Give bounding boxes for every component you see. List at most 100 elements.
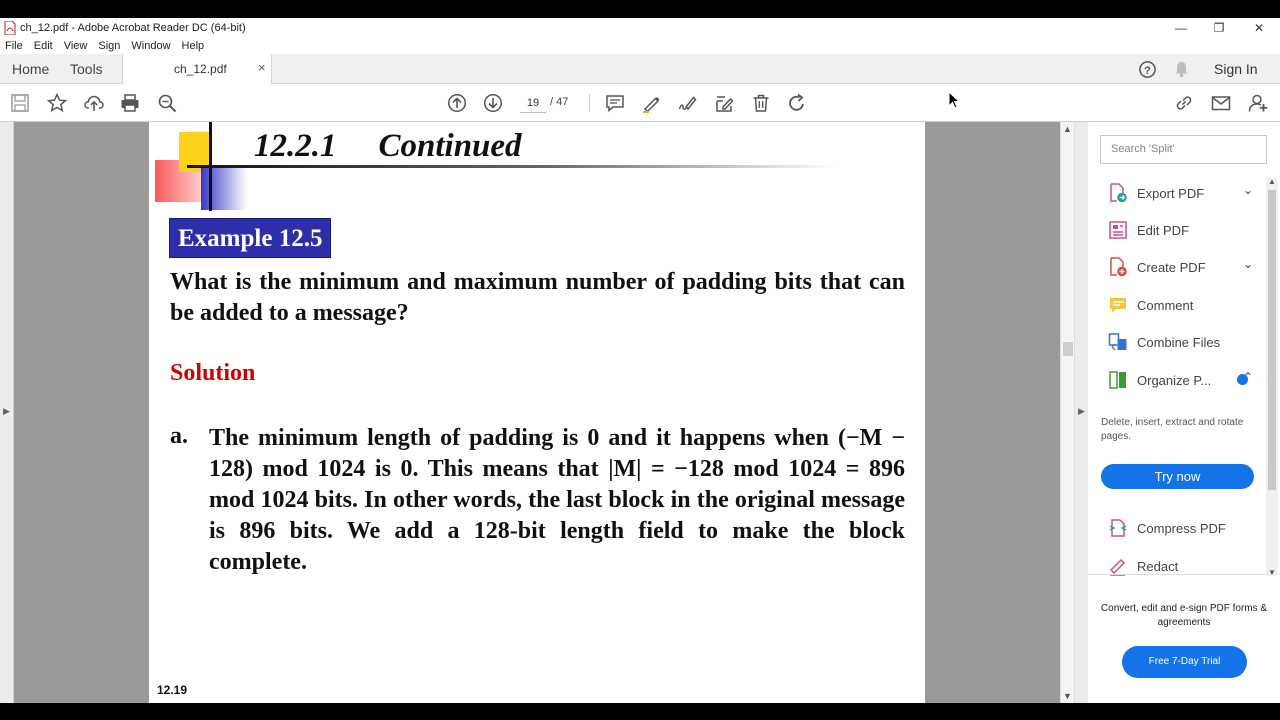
tool-export-pdf[interactable]: Export PDF ⌄ [1108, 180, 1258, 206]
tool-organize-pages[interactable]: Organize P... ⌃ [1108, 367, 1258, 393]
menu-bar: File Edit View Sign Window Help [0, 38, 1280, 54]
section-number: 12.2.1 [254, 128, 337, 164]
comment-icon[interactable] [605, 93, 625, 113]
tool-comment[interactable]: Comment [1108, 292, 1258, 318]
tool-label: Comment [1137, 297, 1194, 313]
chevron-down-icon[interactable]: ⌄ [1243, 183, 1253, 197]
menu-sign[interactable]: Sign [98, 40, 120, 52]
restore-button[interactable]: ❐ [1199, 18, 1239, 38]
main-toolbar: 19 / 47 [0, 84, 1280, 122]
decor-blue-block [201, 166, 247, 210]
print-icon[interactable] [120, 93, 140, 113]
acrobat-pdf-icon [4, 21, 16, 35]
sign-icon[interactable] [678, 93, 698, 113]
tool-edit-pdf[interactable]: Edit PDF [1108, 217, 1258, 243]
help-icon[interactable]: ? [1138, 54, 1157, 84]
tool-label: Create PDF [1137, 259, 1206, 275]
sign-in-link[interactable]: Sign In [1214, 61, 1258, 77]
tab-home[interactable]: Home [12, 54, 49, 84]
tool-label: Redact [1137, 558, 1179, 574]
share-link-icon[interactable] [1174, 93, 1194, 113]
compress-pdf-icon [1108, 518, 1128, 538]
decor-horizontal-line [187, 165, 837, 168]
collapse-right-icon[interactable]: ▶ [1078, 406, 1085, 417]
upload-icon[interactable] [84, 93, 104, 113]
letterbox-bottom [0, 703, 1280, 720]
free-trial-button[interactable]: Free 7-Day Trial [1122, 646, 1247, 678]
fill-sign-icon[interactable] [714, 93, 734, 113]
scroll-up-icon[interactable]: ▲ [1063, 124, 1072, 134]
redact-icon [1108, 556, 1128, 576]
scrollbar-thumb[interactable] [1268, 190, 1276, 490]
scroll-down-icon[interactable]: ▼ [1268, 568, 1276, 577]
add-user-icon[interactable] [1248, 93, 1268, 113]
page-total-label: / 47 [550, 96, 569, 108]
tools-pane-scrollbar[interactable]: ▲ ▼ [1266, 177, 1278, 577]
combine-files-icon [1108, 332, 1128, 352]
tools-pane: Search 'Split' Export PDF ⌄ Edit PDF Cre… [1088, 122, 1280, 703]
export-pdf-icon [1108, 183, 1128, 203]
tab-bar: Home Tools ch_12.pdf × ? Sign In [0, 54, 1280, 85]
chevron-up-icon[interactable]: ⌃ [1243, 370, 1253, 384]
page-down-icon[interactable] [483, 93, 503, 113]
zoom-search-icon[interactable] [157, 93, 177, 113]
tool-label: Organize P... [1137, 372, 1212, 388]
menu-edit[interactable]: Edit [34, 40, 53, 52]
tool-create-pdf[interactable]: Create PDF ⌄ [1108, 254, 1258, 280]
create-pdf-icon [1108, 257, 1128, 277]
tool-label: Edit PDF [1137, 222, 1190, 238]
tab-close-icon[interactable]: × [258, 60, 266, 75]
tab-tools[interactable]: Tools [70, 54, 103, 84]
page-footer-number: 12.19 [157, 683, 188, 697]
tab-document-label: ch_12.pdf [174, 62, 227, 76]
highlight-pen-icon[interactable] [641, 93, 661, 113]
scrollbar-thumb[interactable] [1063, 342, 1073, 356]
promo-text: Convert, edit and e-sign PDF forms & agr… [1100, 603, 1268, 628]
tool-compress-pdf[interactable]: Compress PDF [1108, 515, 1258, 541]
menu-file[interactable]: File [5, 40, 23, 52]
mouse-cursor-icon [948, 91, 960, 109]
example-badge: Example 12.5 [169, 218, 332, 258]
tool-combine-files[interactable]: Combine Files [1108, 329, 1258, 355]
window-title: ch_12.pdf - Adobe Acrobat Reader DC (64-… [20, 22, 246, 34]
bookmark-star-icon[interactable] [46, 92, 68, 113]
toolbar-separator [589, 94, 590, 112]
left-pane-toggle[interactable]: ▶ [0, 122, 14, 703]
tool-redact[interactable]: Redact [1108, 553, 1258, 579]
answer-letter: a. [170, 423, 188, 449]
save-icon[interactable] [10, 93, 30, 113]
tool-label: Export PDF [1137, 185, 1205, 201]
menu-window[interactable]: Window [131, 40, 170, 52]
page-up-icon[interactable] [447, 93, 467, 113]
menu-help[interactable]: Help [182, 40, 205, 52]
scroll-down-icon[interactable]: ▼ [1063, 691, 1072, 701]
section-title: Continued [378, 128, 522, 164]
document-scrollbar[interactable]: ▲ ▼ [1060, 122, 1074, 703]
window-titlebar: ch_12.pdf - Adobe Acrobat Reader DC (64-… [0, 18, 1280, 38]
edit-pdf-icon [1108, 220, 1128, 240]
right-pane-toggle[interactable]: ▶ [1074, 122, 1088, 703]
organize-description: Delete, insert, extract and rotate pages… [1101, 417, 1244, 442]
expand-left-icon[interactable]: ▶ [3, 406, 10, 417]
comment-tool-icon [1108, 295, 1128, 315]
tool-label: Combine Files [1137, 334, 1221, 350]
tool-label: Compress PDF [1137, 520, 1226, 536]
delete-icon[interactable] [751, 93, 771, 113]
letterbox-top [0, 0, 1280, 18]
solution-heading: Solution [170, 360, 256, 386]
tab-document[interactable]: ch_12.pdf × [122, 54, 272, 85]
svg-text:?: ? [1144, 64, 1151, 76]
notification-bell-icon[interactable] [1173, 54, 1190, 84]
menu-view[interactable]: View [64, 40, 88, 52]
close-window-button[interactable]: ✕ [1239, 18, 1279, 38]
minimize-button[interactable]: — [1161, 18, 1201, 38]
organize-pages-icon [1108, 370, 1128, 390]
pane-divider [1088, 574, 1280, 575]
email-icon[interactable] [1211, 93, 1231, 113]
scroll-up-icon[interactable]: ▲ [1268, 177, 1276, 186]
tools-search-input[interactable]: Search 'Split' [1100, 135, 1267, 164]
try-now-button[interactable]: Try now [1101, 464, 1254, 489]
rotate-icon[interactable] [787, 93, 807, 113]
page-number-input[interactable]: 19 [520, 93, 546, 113]
chevron-down-icon[interactable]: ⌄ [1243, 257, 1253, 271]
